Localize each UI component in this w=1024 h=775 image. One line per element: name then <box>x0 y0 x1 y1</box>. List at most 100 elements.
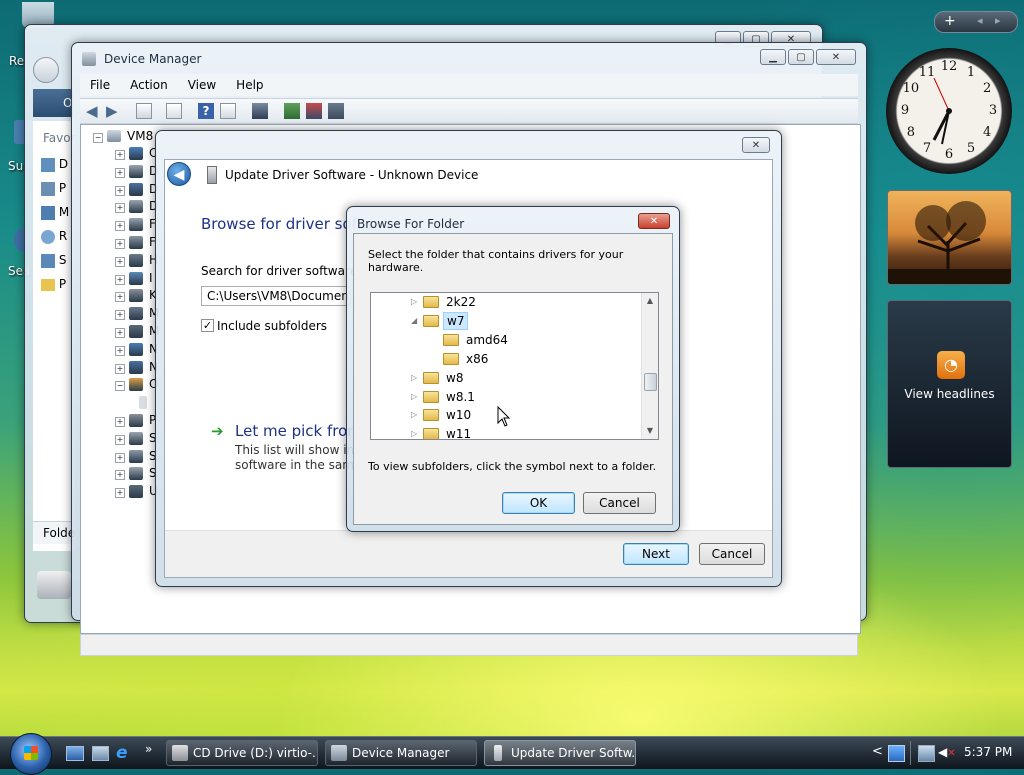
expand-icon[interactable]: + <box>115 310 125 321</box>
close-button[interactable]: ✕ <box>742 137 770 153</box>
scroll-down-icon[interactable]: ▼ <box>642 423 658 439</box>
disable-icon[interactable] <box>328 103 344 119</box>
volume-muted-icon[interactable]: ◀✕ <box>938 745 956 760</box>
next-gadget-button[interactable]: ▸ <box>995 12 1001 30</box>
close-button[interactable]: ✕ <box>816 49 856 65</box>
internet-explorer-icon[interactable]: e <box>116 744 128 762</box>
menu-file[interactable]: File <box>90 78 110 92</box>
nav-item[interactable]: P <box>41 181 66 196</box>
expand-icon[interactable]: + <box>115 150 125 160</box>
ok-button[interactable]: OK <box>502 492 575 514</box>
expand-triangle-icon[interactable]: ▷ <box>411 369 421 387</box>
expand-triangle-icon[interactable]: ▷ <box>411 406 421 424</box>
nav-item[interactable]: D <box>41 157 68 172</box>
feed-headlines-gadget[interactable]: ◔ View headlines <box>887 300 1012 468</box>
folder-row[interactable]: ◢ w7 <box>411 311 611 330</box>
back-button-icon[interactable]: ◀ <box>167 162 191 186</box>
expand-icon[interactable]: + <box>115 470 125 481</box>
maximize-button[interactable]: ▢ <box>788 49 814 65</box>
folder-row[interactable]: x86 <box>431 350 631 368</box>
expand-icon[interactable]: + <box>115 363 125 374</box>
properties-icon[interactable] <box>136 103 152 119</box>
expand-icon[interactable]: + <box>115 452 125 463</box>
include-subfolders-checkbox[interactable]: ✓ <box>201 319 214 332</box>
next-button[interactable]: Next <box>623 543 689 565</box>
folder-row[interactable]: ▷ w8.1 <box>411 388 611 406</box>
switch-windows-icon[interactable] <box>92 746 109 761</box>
folder-row[interactable]: ▷ w8 <box>411 369 611 387</box>
expand-icon[interactable]: + <box>115 345 125 356</box>
network-status-icon[interactable] <box>918 745 935 762</box>
task-cd-drive[interactable]: CD Drive (D:) virtio-... <box>166 740 318 766</box>
pick-driver-link[interactable]: Let me pick from <box>235 422 362 440</box>
folder-row[interactable]: ▷ w10 <box>411 406 611 424</box>
expand-icon[interactable]: + <box>115 239 125 249</box>
uninstall-icon[interactable] <box>306 103 322 119</box>
expand-icon[interactable]: + <box>115 221 125 232</box>
scan-hardware-icon[interactable] <box>252 103 268 119</box>
forward-arrow-icon[interactable]: ▶ <box>106 103 122 119</box>
scroll-thumb[interactable] <box>644 373 657 391</box>
update-driver-icon[interactable] <box>284 103 300 119</box>
prev-gadget-button[interactable]: ◂ <box>977 12 983 30</box>
slideshow-gadget[interactable] <box>887 190 1012 285</box>
view-headlines-label[interactable]: View headlines <box>888 387 1011 401</box>
device-category-icon <box>129 378 143 392</box>
task-device-manager-label: Device Manager <box>352 746 450 760</box>
collapse-icon[interactable]: − <box>115 381 125 392</box>
help-icon[interactable]: ? <box>198 103 214 119</box>
tray-chevron[interactable]: < <box>872 744 883 759</box>
expand-icon[interactable]: + <box>115 203 125 214</box>
expand-icon[interactable]: + <box>115 292 125 303</box>
cancel-button[interactable]: Cancel <box>583 492 656 514</box>
task-device-manager[interactable]: Device Manager <box>325 740 477 766</box>
expand-triangle-icon[interactable]: ▷ <box>411 293 421 311</box>
folders-pane-header[interactable]: Folde <box>33 521 75 544</box>
nav-item[interactable]: P <box>41 277 66 291</box>
network-icon[interactable] <box>888 745 905 762</box>
nav-item[interactable]: R <box>41 229 67 244</box>
view-icon[interactable] <box>220 103 236 119</box>
expand-triangle-icon[interactable]: ▷ <box>411 425 421 439</box>
scroll-up-icon[interactable]: ▲ <box>642 293 658 309</box>
close-button[interactable]: ✕ <box>638 213 670 229</box>
explorer-address-bar[interactable]: O <box>33 89 73 117</box>
show-desktop-icon[interactable] <box>66 746 84 761</box>
expand-icon[interactable]: + <box>115 417 125 427</box>
back-icon[interactable] <box>33 57 59 83</box>
details-icon[interactable] <box>166 103 182 119</box>
task-update-driver[interactable]: Update Driver Softw... <box>484 740 636 766</box>
folder-row[interactable]: ▷ w11 <box>411 425 611 439</box>
nav-item[interactable]: S <box>41 253 66 268</box>
cancel-button[interactable]: Cancel <box>699 543 765 565</box>
vertical-scrollbar[interactable]: ▲ ▼ <box>641 293 658 439</box>
system-clock[interactable]: 5:37 PM <box>964 745 1012 759</box>
menu-action[interactable]: Action <box>130 78 168 92</box>
folder-tree[interactable]: ▷ 2k22 ◢ w7 amd64 x86 ▷ w8 ▷ w8.1 ▷ w10 ▷ w11 ▲ ▼ <box>370 292 659 440</box>
nav-item[interactable]: M <box>41 205 69 220</box>
expand-triangle-icon[interactable]: ▷ <box>411 388 421 406</box>
expand-icon[interactable]: + <box>115 328 125 338</box>
menu-view[interactable]: View <box>188 78 216 92</box>
expand-icon[interactable]: + <box>115 256 125 267</box>
expand-icon[interactable]: + <box>115 167 125 178</box>
expand-icon[interactable]: + <box>115 434 125 445</box>
add-gadget-button[interactable]: + <box>944 12 956 30</box>
device-category-icon <box>129 147 143 160</box>
expand-icon[interactable]: + <box>115 185 125 196</box>
desktop-label-support: Su <box>8 159 24 173</box>
expand-icon[interactable]: + <box>115 488 125 499</box>
back-arrow-icon[interactable]: ◀ <box>86 103 102 119</box>
include-subfolders-label[interactable]: Include subfolders <box>217 319 327 333</box>
collapse-icon[interactable]: − <box>93 133 103 143</box>
clock-gadget[interactable]: 12 1 2 3 4 5 6 7 8 9 10 11 <box>886 48 1012 174</box>
menu-help[interactable]: Help <box>236 78 263 92</box>
expand-icon[interactable]: + <box>115 274 125 285</box>
minimize-button[interactable]: ▁ <box>760 49 786 65</box>
folder-row[interactable]: amd64 <box>431 331 631 349</box>
folder-row[interactable]: ▷ 2k22 <box>411 293 611 311</box>
driver-path-field[interactable]: C:\Users\VM8\Documents <box>201 286 351 306</box>
collapse-triangle-icon[interactable]: ◢ <box>411 312 421 330</box>
start-button[interactable] <box>10 733 52 775</box>
quick-launch-overflow[interactable]: » <box>145 742 152 756</box>
